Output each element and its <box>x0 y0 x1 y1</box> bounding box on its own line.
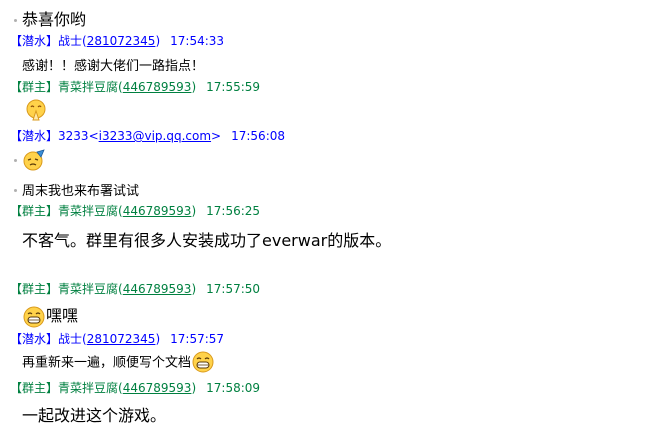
owner-tag: 【群主】 <box>10 381 59 395</box>
grin-emoji <box>23 306 45 327</box>
message-text: 不客气。群里有很多人安装成功了everwar的版本。 <box>22 231 392 250</box>
id-close: ) <box>155 34 161 48</box>
party-face-emoji <box>23 149 45 171</box>
message-header: 【群主】青菜拌豆腐(446789593) 17:55:59 <box>10 79 260 95</box>
message-text: 再重新来一遍，顺便写个文档 <box>22 355 192 371</box>
message-header: 【群主】青菜拌豆腐(446789593) 17:56:25 <box>10 203 260 219</box>
member-tag: 【潜水】 <box>10 332 59 346</box>
timestamp: 17:57:50 <box>206 282 261 296</box>
sender-name[interactable]: 青菜拌豆腐 <box>58 204 118 218</box>
message-0: 恭喜你哟 <box>0 6 86 30</box>
sender-name[interactable]: 青菜拌豆腐 <box>58 282 118 296</box>
id-open: < <box>88 129 99 143</box>
message-header: 【潜水】战士(281072345) 17:54:33 <box>10 33 224 49</box>
id-close: ) <box>191 381 197 395</box>
message-header: 【群主】青菜拌豆腐(446789593) 17:58:09 <box>10 380 260 396</box>
message-text: 一起改进这个游戏。 <box>22 406 167 425</box>
grin-emoji <box>192 351 214 373</box>
message-body: 再重新来一遍，顺便写个文档 <box>22 350 215 374</box>
message-text: 嘿嘿 <box>46 306 79 325</box>
id-close: ) <box>191 204 197 218</box>
sender-id-link[interactable]: 281072345 <box>87 332 156 346</box>
message-header: 【群主】青菜拌豆腐(446789593) 17:57:50 <box>10 281 260 297</box>
message-body <box>24 98 48 122</box>
id-close: ) <box>191 282 197 296</box>
message-text: 周末我也来布署试试 <box>22 184 140 199</box>
timestamp: 17:56:08 <box>231 129 286 143</box>
sender-name[interactable]: 战士 <box>58 34 82 48</box>
message-header: 【潜水】战士(281072345) 17:57:57 <box>10 331 224 347</box>
message-body <box>0 148 46 172</box>
owner-tag: 【群主】 <box>10 80 59 94</box>
member-tag: 【潜水】 <box>10 129 59 143</box>
message-body: 周末我也来布署试试 <box>0 180 139 199</box>
timestamp: 17:57:57 <box>170 332 225 346</box>
owner-tag: 【群主】 <box>10 282 59 296</box>
message-header: 【潜水】3233<i3233@vip.qq.com> 17:56:08 <box>10 128 285 144</box>
sender-email-link[interactable]: i3233@vip.qq.com <box>99 129 211 143</box>
owner-tag: 【群主】 <box>10 204 59 218</box>
id-close: ) <box>155 332 161 346</box>
timestamp: 17:54:33 <box>170 34 225 48</box>
sender-id-link[interactable]: 281072345 <box>87 34 156 48</box>
sender-id-link[interactable]: 446789593 <box>123 282 192 296</box>
sender-name[interactable]: 战士 <box>58 332 82 346</box>
timestamp: 17:55:59 <box>206 80 261 94</box>
message-body: 嘿嘿 <box>22 302 78 329</box>
bullet-icon <box>14 158 17 162</box>
timestamp: 17:58:09 <box>206 381 261 395</box>
sender-id-link[interactable]: 446789593 <box>123 381 192 395</box>
bullet-icon <box>14 19 17 22</box>
sender-id-link[interactable]: 446789593 <box>123 204 192 218</box>
member-tag: 【潜水】 <box>10 34 59 48</box>
bullet-icon <box>14 189 17 192</box>
message-text: 感谢！！感谢大佬们一路指点！ <box>22 59 205 74</box>
blessing-hands-emoji <box>26 99 46 121</box>
sender-name[interactable]: 3233 <box>58 129 89 143</box>
sender-name[interactable]: 青菜拌豆腐 <box>58 80 118 94</box>
sender-name[interactable]: 青菜拌豆腐 <box>58 381 118 395</box>
timestamp: 17:56:25 <box>206 204 261 218</box>
sender-id-link[interactable]: 446789593 <box>123 80 192 94</box>
id-close: ) <box>191 80 197 94</box>
id-close: > <box>211 129 222 143</box>
message-text: 恭喜你哟 <box>22 10 87 29</box>
